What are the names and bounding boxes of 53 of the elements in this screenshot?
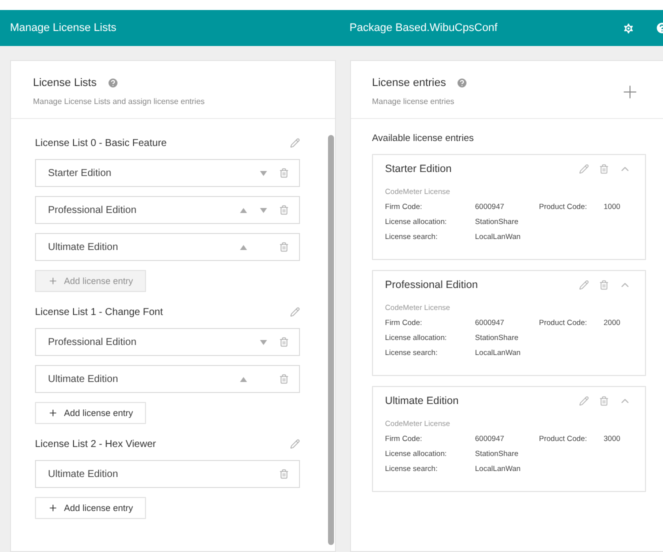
list-entry[interactable]: Ultimate Edition [35,460,300,488]
delete-icon[interactable] [279,374,289,384]
list-title: License List 0 - Basic Feature [35,138,167,148]
delete-icon[interactable] [279,469,289,479]
plus-icon [48,276,58,286]
entry-name: Professional Edition [48,204,138,216]
card-title: Professional Edition [385,279,478,291]
entry-name: Ultimate Edition [48,374,120,384]
edit-icon[interactable] [290,138,300,148]
entry-name: Ultimate Edition [48,468,120,480]
move-up-icon[interactable] [240,376,246,382]
delete-icon[interactable] [279,242,289,252]
entry-name: Ultimate Edition [48,242,120,252]
scrollbar[interactable] [328,135,334,545]
delete-icon[interactable] [599,164,609,174]
plus-icon [48,503,58,513]
list-entry[interactable]: Professional Edition [35,196,300,224]
panel-title: License Lists [33,77,97,89]
delete-icon[interactable] [279,337,289,347]
settings-icon[interactable] [622,22,635,34]
panel-subtitle: Manage license entries [372,97,456,106]
delete-icon[interactable] [599,396,609,406]
edit-icon[interactable] [290,307,300,317]
panel-title: License entries [372,77,446,89]
card-title: Starter Edition [385,163,452,175]
entry-name: Starter Edition [48,168,112,178]
entry-name: Professional Edition [48,336,138,348]
edit-icon[interactable] [579,164,589,174]
section-title: Available license entries [372,133,475,144]
move-down-icon[interactable] [260,170,266,176]
list-title: License List 2 - Hex Viewer [35,438,156,450]
add-entry-button[interactable]: Add license entry [35,402,146,424]
card-title: Ultimate Edition [385,395,459,407]
delete-icon[interactable] [279,168,289,178]
plus-icon [48,408,58,418]
add-entry-button[interactable]: Add license entry [35,497,146,519]
move-up-icon[interactable] [240,208,246,212]
edit-icon[interactable] [579,396,589,406]
edit-icon[interactable] [290,439,300,449]
edit-icon[interactable] [579,280,589,290]
move-down-icon[interactable] [260,208,266,212]
list-entry[interactable]: Professional Edition [35,328,300,356]
list-entry[interactable]: Ultimate Edition [35,365,300,393]
move-down-icon[interactable] [260,340,266,344]
delete-icon[interactable] [279,205,289,215]
page-title: Manage License Lists [10,22,118,34]
list-title: License List 1 - Change Font [35,306,163,318]
list-entry[interactable]: Ultimate Edition [35,233,300,261]
panel-subtitle: Manage License Lists and assign license entries [33,97,205,106]
move-up-icon[interactable] [240,244,246,250]
package-name: Package Based.WibuCpsConf [348,22,498,34]
delete-icon[interactable] [599,280,609,290]
list-entry[interactable]: Starter Edition [35,159,300,187]
